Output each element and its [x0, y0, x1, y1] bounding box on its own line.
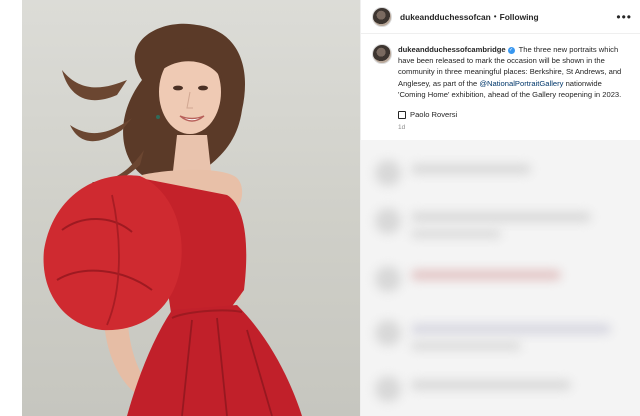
photo-credit: Paolo Roversi [398, 109, 630, 120]
separator-dot: • [493, 12, 497, 21]
portrait-image [43, 23, 302, 416]
camera-icon [398, 110, 406, 119]
post-caption: dukeandduchessofcambridge ✓ The three new… [372, 44, 630, 120]
caption-username[interactable]: dukeandduchessofcambridge [398, 45, 506, 54]
author-avatar[interactable] [372, 6, 392, 27]
blurred-comments-area [361, 140, 640, 416]
post-side-panel: dukeandduchessofcan • Following ••• duke… [360, 0, 640, 416]
page-margin [0, 0, 22, 416]
photo-credit-name: Paolo Roversi [410, 110, 458, 120]
mention-link[interactable]: @NationalPortraitGallery [479, 79, 563, 88]
caption-avatar[interactable] [372, 44, 392, 64]
post-header: dukeandduchessofcan • Following ••• [361, 0, 640, 34]
caption-text: dukeandduchessofcambridge ✓ The three new… [398, 44, 630, 120]
post-timestamp[interactable]: 1d [398, 124, 405, 131]
more-options-icon[interactable]: ••• [616, 10, 632, 24]
author-username[interactable]: dukeandduchessofcan [400, 12, 491, 22]
following-button[interactable]: Following [500, 12, 539, 22]
post-photo[interactable] [22, 0, 360, 416]
verified-badge-icon: ✓ [507, 46, 515, 54]
